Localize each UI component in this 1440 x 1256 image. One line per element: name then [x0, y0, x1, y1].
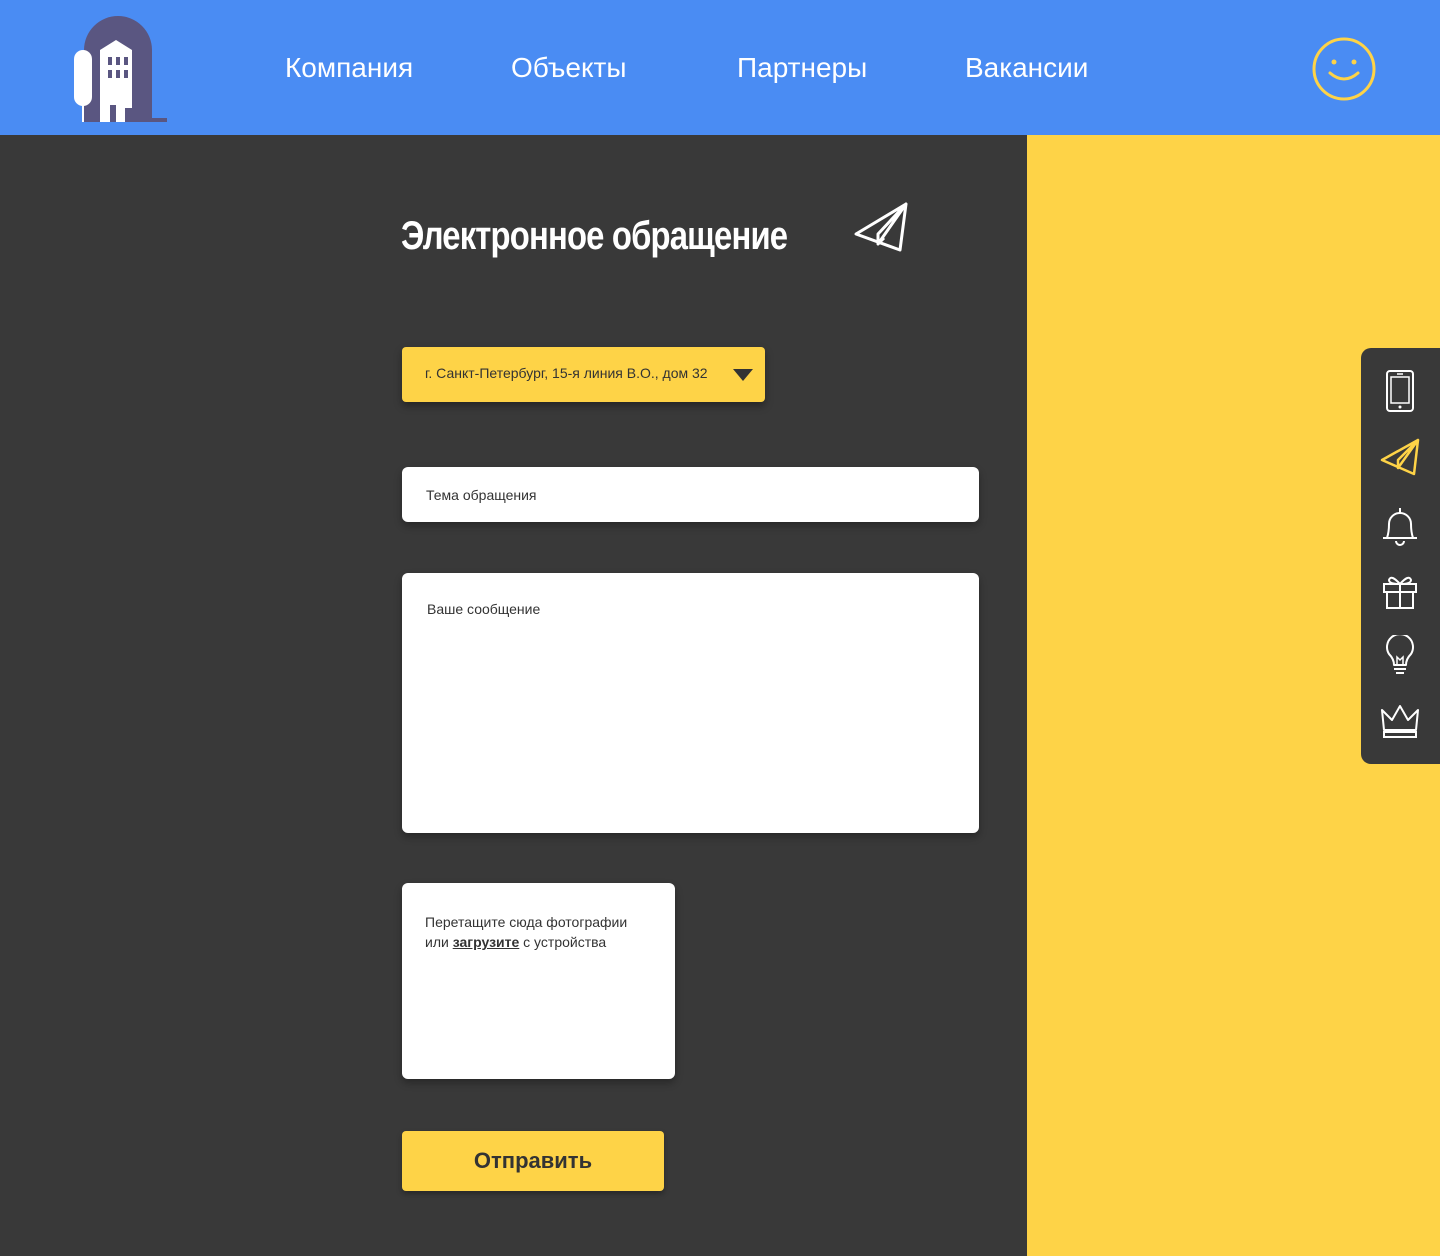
photo-dropzone[interactable]: Перетащите сюда фотографии или загрузите…	[402, 883, 675, 1079]
subject-field-box	[402, 467, 979, 522]
dropzone-text: Перетащите сюда фотографии или загрузите…	[425, 912, 660, 952]
subject-input[interactable]	[402, 467, 979, 522]
crown-icon[interactable]	[1379, 700, 1421, 742]
nav-partners[interactable]: Партнеры	[737, 50, 867, 86]
site-header: Компания Объекты Партнеры Вакансии	[0, 0, 1440, 135]
paper-plane-icon	[854, 202, 908, 252]
dropzone-line1: Перетащите сюда фотографии	[425, 914, 628, 930]
dropzone-suffix: с устройства	[523, 934, 607, 950]
chevron-down-icon	[733, 369, 753, 381]
nav-vacancies[interactable]: Вакансии	[965, 50, 1088, 86]
address-select-value: г. Санкт-Петербург, 15-я линия В.О., дом…	[425, 365, 708, 381]
gift-icon[interactable]	[1379, 570, 1421, 612]
lightbulb-icon[interactable]	[1379, 635, 1421, 677]
address-select[interactable]: г. Санкт-Петербург, 15-я линия В.О., дом…	[402, 347, 765, 402]
side-menu	[1361, 348, 1440, 764]
dropzone-prefix: или	[425, 934, 449, 950]
submit-button[interactable]: Отправить	[402, 1131, 664, 1191]
upload-link[interactable]: загрузите	[453, 934, 520, 950]
page-title: Электронное обращение	[401, 214, 788, 258]
nav-company[interactable]: Компания	[285, 50, 413, 86]
bell-icon[interactable]	[1379, 504, 1421, 546]
message-textarea[interactable]	[402, 573, 979, 833]
tablet-icon[interactable]	[1379, 370, 1421, 412]
message-field-box	[402, 573, 979, 833]
paper-plane-icon[interactable]	[1379, 436, 1421, 478]
smiley-face-icon[interactable]	[1310, 35, 1378, 103]
nav-objects[interactable]: Объекты	[511, 50, 626, 86]
building-logo-icon[interactable]	[70, 10, 170, 125]
